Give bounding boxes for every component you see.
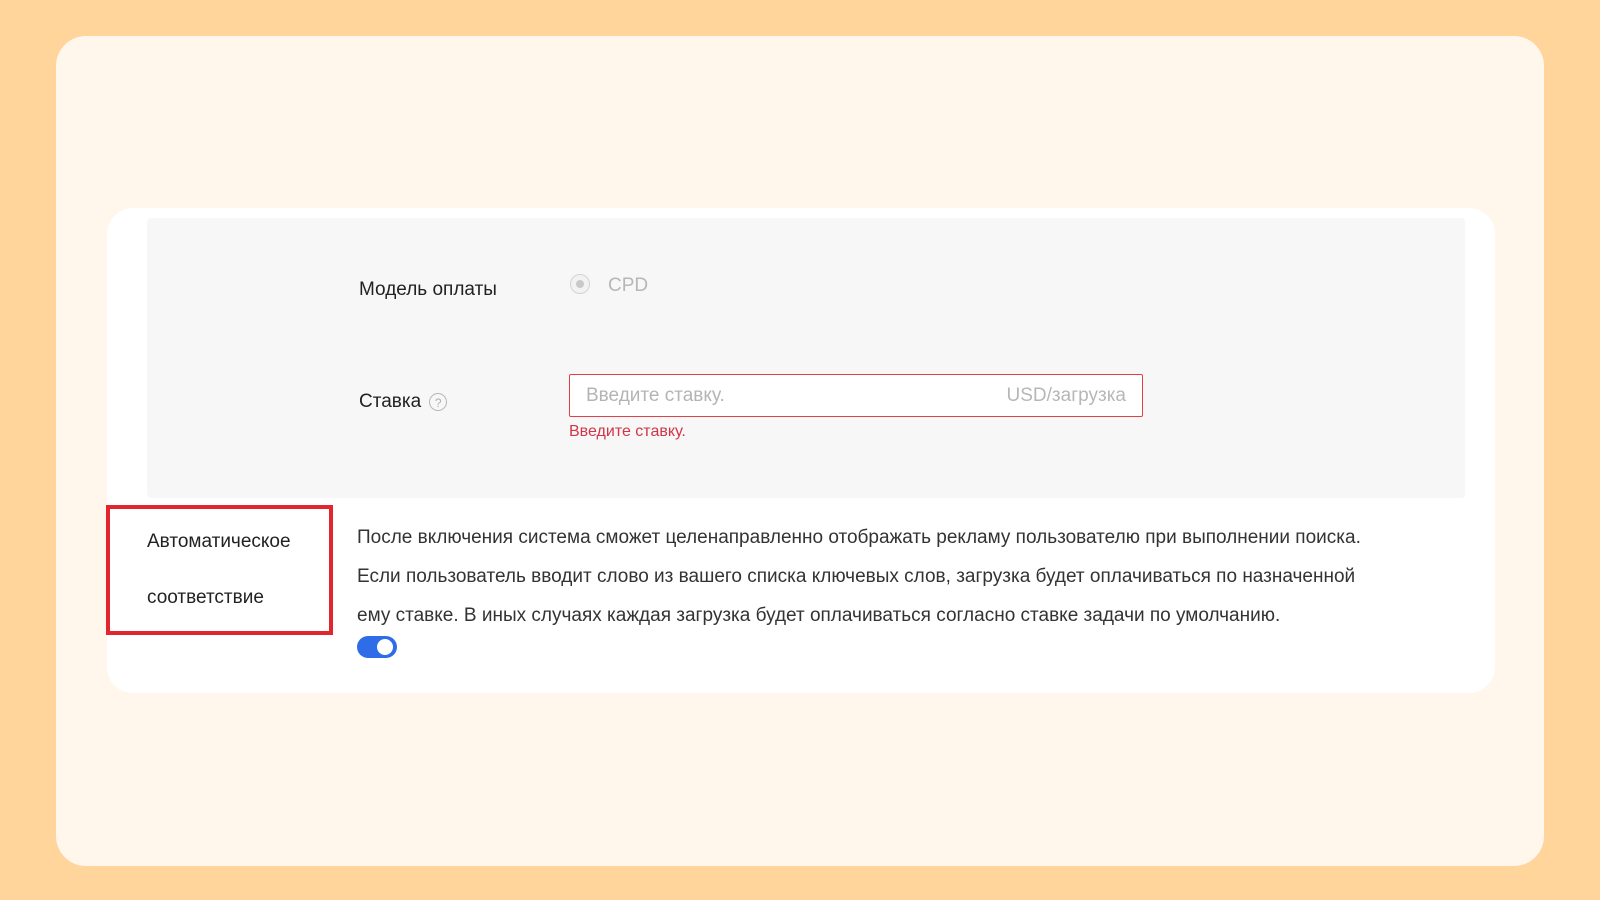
auto-match-description-line-1: После включения система сможет целенапра… — [357, 527, 1361, 548]
bid-error-message: Введите ставку. — [569, 423, 686, 440]
auto-match-description: После включения система сможет целенапра… — [357, 518, 1437, 635]
bid-unit: USD/загрузка — [1006, 384, 1126, 406]
auto-match-description-line-2: Если пользователь вводит слово из вашего… — [357, 566, 1356, 587]
auto-match-label-line-1: Автоматическое — [147, 531, 291, 552]
payment-form-panel — [147, 218, 1465, 498]
auto-match-description-line-3: ему ставке. В иных случаях каждая загруз… — [357, 605, 1281, 626]
payment-model-option-label[interactable]: CPD — [608, 275, 648, 297]
bid-input[interactable]: Введите ставку. USD/загрузка — [569, 374, 1143, 417]
toggle-knob — [377, 639, 393, 655]
auto-match-label-line-2: соответствие — [147, 587, 264, 608]
bid-label: Ставка — [359, 391, 422, 412]
question-circle-icon[interactable]: ? — [429, 393, 448, 411]
auto-match-label-highlight — [106, 505, 333, 635]
auto-match-toggle[interactable] — [357, 636, 397, 658]
bid-label-row: Ставка ? — [359, 391, 448, 413]
payment-model-label: Модель оплаты — [359, 279, 497, 300]
bid-input-placeholder: Введите ставку. — [586, 384, 725, 406]
payment-model-radio[interactable] — [570, 274, 590, 294]
